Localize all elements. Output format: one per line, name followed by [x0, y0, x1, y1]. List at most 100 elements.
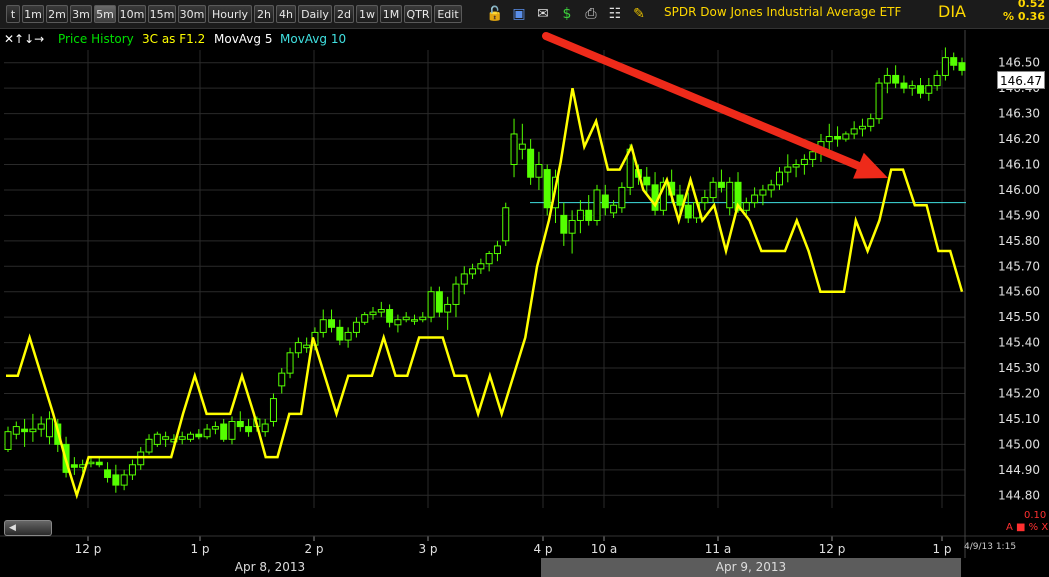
candle-body — [850, 128, 858, 135]
candle-body — [261, 423, 269, 433]
candle-body — [245, 426, 253, 433]
candle-body — [402, 316, 410, 321]
y-tick-label: 145.70 — [998, 259, 1040, 273]
candle-body — [87, 461, 95, 465]
candle-body — [328, 319, 336, 328]
y-tick-label: 144.90 — [998, 463, 1040, 477]
scroll-thumb[interactable]: ◀ — [4, 520, 52, 536]
candle-body — [908, 85, 916, 89]
candle-body — [228, 420, 236, 440]
candle-body — [593, 189, 601, 221]
candle-body — [933, 74, 941, 87]
candle-body — [336, 326, 344, 341]
x-tick-label: 1 p — [190, 542, 209, 556]
candle-body — [21, 428, 29, 433]
candle-body — [601, 194, 609, 209]
y-tick-label: 145.80 — [998, 234, 1040, 248]
candle-body — [178, 436, 186, 440]
candle-body — [377, 309, 385, 313]
candle-body — [195, 433, 203, 438]
indicator-value: 0.10 — [1024, 510, 1047, 521]
date-label-apr9: Apr 9, 2013 — [541, 558, 961, 577]
candle-body — [950, 57, 958, 66]
candle-body — [352, 321, 360, 333]
candle-body — [867, 118, 875, 127]
candle-body — [576, 209, 584, 221]
candle-body — [809, 151, 817, 160]
candle-body — [112, 474, 120, 486]
candle-body — [104, 469, 112, 478]
candle-body — [767, 184, 775, 191]
candle-body — [187, 433, 195, 440]
candle-body — [858, 125, 866, 130]
candle-body — [12, 426, 20, 435]
candle-body — [510, 133, 518, 165]
price-chart[interactable]: 146.50146.40146.30146.20146.10146.00145.… — [0, 0, 1049, 577]
candle-body — [45, 418, 53, 438]
candle-body — [676, 194, 684, 206]
candle-body — [751, 194, 759, 204]
candle-body — [726, 181, 734, 209]
y-tick-label: 146.50 — [998, 56, 1040, 70]
y-tick-label: 145.50 — [998, 310, 1040, 324]
candle-body — [319, 319, 327, 333]
x-tick-label: 12 p — [75, 542, 102, 556]
candle-body — [386, 309, 394, 323]
x-tick-label: 2 p — [304, 542, 323, 556]
candle-body — [444, 303, 452, 313]
candle-body — [153, 433, 161, 445]
candle-body — [128, 464, 136, 476]
indicator-controls[interactable]: A ■ % X — [1006, 522, 1048, 533]
candle-body — [800, 158, 808, 166]
candle-body — [286, 352, 294, 374]
candle-body — [792, 164, 800, 168]
last-price-label: 146.47 — [997, 71, 1045, 89]
candle-body — [717, 181, 725, 188]
candle-body — [344, 331, 352, 341]
candle-body — [493, 245, 501, 255]
y-tick-label: 146.10 — [998, 158, 1040, 172]
y-tick-label: 145.30 — [998, 361, 1040, 375]
candle-body — [294, 342, 302, 354]
candle-body — [29, 428, 37, 433]
annotation-arrow-shaft — [542, 32, 870, 173]
candle-body — [759, 189, 767, 196]
candle-body — [941, 57, 949, 76]
candle-body — [460, 273, 468, 285]
candle-body — [269, 398, 277, 422]
candle-body — [95, 461, 103, 466]
candle-body — [278, 372, 286, 387]
candle-body — [236, 420, 244, 428]
candle-body — [485, 253, 493, 265]
candle-body — [4, 431, 12, 450]
candle-body — [842, 133, 850, 140]
candle-body — [211, 426, 219, 430]
candle-body — [917, 85, 925, 94]
y-tick-label: 146.00 — [998, 183, 1040, 197]
candle-body — [883, 74, 891, 84]
candle-body — [37, 423, 45, 430]
candle-body — [775, 171, 783, 186]
y-tick-label: 145.00 — [998, 437, 1040, 451]
candle-body — [70, 464, 78, 468]
candle-body — [527, 148, 535, 178]
candle-body — [410, 319, 418, 322]
candle-body — [834, 136, 842, 140]
candle-body — [560, 214, 568, 234]
candle-body — [220, 423, 228, 440]
candle-body — [925, 85, 933, 94]
y-tick-label: 145.60 — [998, 285, 1040, 299]
candle-body — [900, 82, 908, 89]
x-tick-label: 1 p — [932, 542, 951, 556]
x-tick-label: 11 a — [705, 542, 731, 556]
candle-body — [435, 291, 443, 313]
candle-body — [518, 143, 526, 150]
candle-body — [610, 204, 618, 214]
candle-body — [684, 204, 692, 219]
candle-body — [568, 219, 576, 234]
y-tick-label: 144.80 — [998, 488, 1040, 502]
y-tick-label: 145.20 — [998, 387, 1040, 401]
y-tick-label: 146.20 — [998, 132, 1040, 146]
candle-body — [394, 319, 402, 326]
candle-body — [535, 164, 543, 178]
